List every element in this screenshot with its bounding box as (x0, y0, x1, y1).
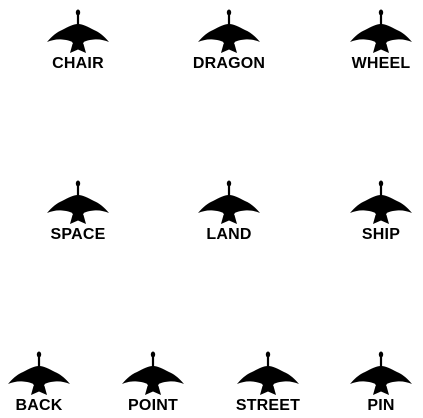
bird-icon (7, 350, 71, 396)
bird-tile-wheel: WHEEL (331, 8, 423, 72)
bird-tile-land: LAND (179, 179, 279, 243)
bird-icon (349, 350, 413, 396)
tile-label: SPACE (50, 226, 106, 243)
bird-tile-pin: PIN (331, 350, 423, 414)
bird-icon (349, 179, 413, 225)
bird-tile-street: STREET (218, 350, 318, 414)
bird-tile-ship: SHIP (331, 179, 423, 243)
tile-label: LAND (206, 226, 252, 243)
bird-icon (197, 179, 261, 225)
tile-label: CHAIR (52, 55, 104, 72)
tile-label: STREET (235, 397, 301, 414)
bird-icon (46, 179, 110, 225)
bird-icon (236, 350, 300, 396)
tile-label: BACK (15, 397, 63, 414)
tile-label: SHIP (361, 226, 401, 243)
bird-icon (349, 8, 413, 54)
bird-tile-dragon: DRAGON (179, 8, 279, 72)
bird-tile-point: POINT (103, 350, 203, 414)
bird-tile-space: SPACE (28, 179, 128, 243)
bird-icon (121, 350, 185, 396)
bird-icon (197, 8, 261, 54)
bird-icon (46, 8, 110, 54)
bird-tile-chair: CHAIR (28, 8, 128, 72)
tile-label: POINT (128, 397, 178, 414)
tile-label: PIN (367, 397, 395, 414)
tile-label: DRAGON (192, 55, 266, 72)
bird-tile-back: BACK (0, 350, 89, 414)
tile-label: WHEEL (351, 55, 411, 72)
